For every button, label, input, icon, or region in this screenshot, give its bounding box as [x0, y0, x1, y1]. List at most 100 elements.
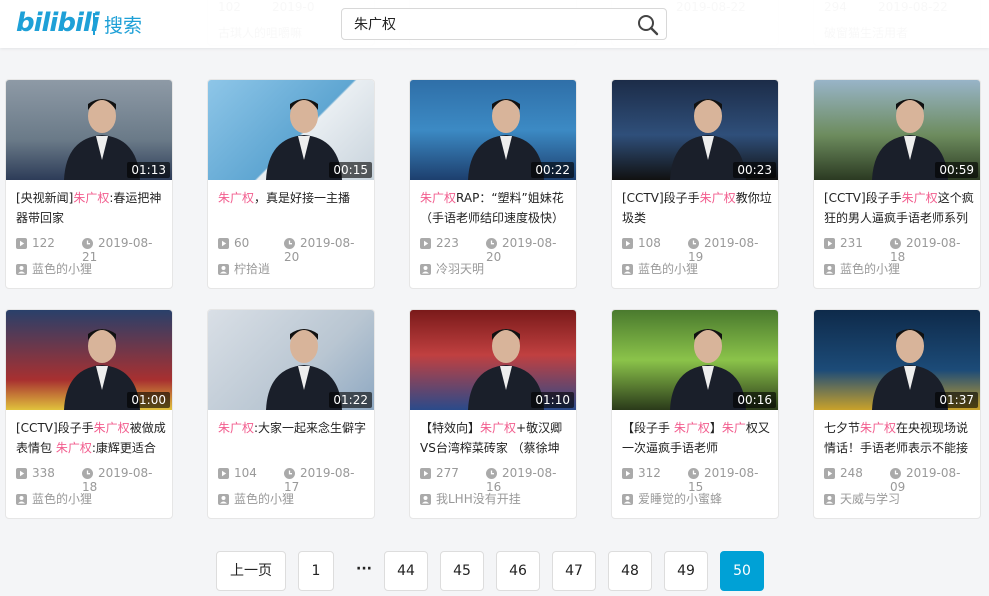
video-card[interactable]: 01:13 [央视新闻]朱广权:春运把神器带回家 122 2019-08-21 蓝色的小…: [5, 79, 173, 289]
video-thumbnail[interactable]: 01:10: [410, 310, 576, 410]
uploader-name[interactable]: 蓝色的小狸: [32, 262, 92, 276]
title-text: [CCTV]段子手: [16, 421, 94, 435]
title-text: 】: [709, 421, 722, 435]
video-title[interactable]: [CCTV]段子手朱广权教你垃圾类: [622, 188, 772, 230]
uploader-icon: [16, 494, 27, 505]
title-text: [CCTV]段子手: [622, 191, 700, 205]
video-thumbnail[interactable]: 01:22: [208, 310, 374, 410]
current-page-button[interactable]: 50: [720, 551, 764, 591]
video-thumbnail[interactable]: 01:37: [814, 310, 980, 410]
video-title[interactable]: 【段子手 朱广权】朱广权又一次逼疯手语老师: [622, 418, 772, 460]
uploader-name[interactable]: 蓝色的小狸: [638, 262, 698, 276]
uploader[interactable]: 天威与学习: [824, 490, 974, 507]
video-meta: 60 2019-08-20: [218, 236, 368, 264]
video-card[interactable]: 00:15 朱广权，真是好接一主播 60 2019-08-20 柠拾逍: [207, 79, 375, 289]
page-1-button[interactable]: 1: [298, 551, 334, 591]
video-card[interactable]: 01:10 【特效向】朱广权+敬汉卿VS台湾榨菜砖家 （蔡徐坤 277 2019-08…: [409, 309, 577, 519]
uploader-icon: [622, 264, 633, 275]
video-thumbnail[interactable]: 01:00: [6, 310, 172, 410]
video-meta: 338 2019-08-18: [16, 466, 166, 494]
uploader[interactable]: 蓝色的小狸: [824, 260, 974, 277]
video-thumbnail[interactable]: 01:13: [6, 80, 172, 180]
keyword-highlight: 朱广权: [218, 421, 255, 435]
page-44-button[interactable]: 44: [384, 551, 428, 591]
uploader[interactable]: 冷羽天明: [420, 260, 570, 277]
uploader-name[interactable]: 冷羽天明: [436, 262, 484, 276]
uploader-name[interactable]: 蓝色的小狸: [234, 492, 294, 506]
uploader-name[interactable]: 我LHH没有开挂: [436, 492, 521, 506]
video-meta: 231 2019-08-18: [824, 236, 974, 264]
video-duration: 00:59: [935, 162, 978, 178]
play-count: 108: [622, 236, 661, 250]
uploader[interactable]: 爱睡觉的小蜜蜂: [622, 490, 772, 507]
video-title[interactable]: 七夕节朱广权在央视现场说情话！手语老师表示不能接: [824, 418, 974, 460]
clock-icon: [82, 468, 93, 479]
title-text: 【段子手: [622, 421, 674, 435]
video-card[interactable]: 00:16 【段子手 朱广权】朱广权又一次逼疯手语老师 312 2019-08-15 爱…: [611, 309, 779, 519]
uploader[interactable]: 蓝色的小狸: [16, 260, 166, 277]
video-title[interactable]: [央视新闻]朱广权:春运把神器带回家: [16, 188, 166, 230]
video-meta: 223 2019-08-20: [420, 236, 570, 264]
video-card[interactable]: 00:22 朱广权RAP：“塑料”姐妹花（手语老师结印速度极快） 223 2019-0…: [409, 79, 577, 289]
clock-icon: [82, 238, 93, 249]
video-thumbnail[interactable]: 00:23: [612, 80, 778, 180]
uploader-name[interactable]: 柠拾逍: [234, 262, 270, 276]
video-meta: 122 2019-08-21: [16, 236, 166, 264]
play-count-icon: [218, 468, 229, 479]
page-48-button[interactable]: 48: [608, 551, 652, 591]
play-count: 248: [824, 466, 863, 480]
title-text: 【特效向】: [420, 421, 481, 435]
video-duration: 00:23: [733, 162, 776, 178]
page-47-button[interactable]: 47: [552, 551, 596, 591]
video-meta: 248 2019-08-09: [824, 466, 974, 494]
play-count: 122: [16, 236, 55, 250]
video-card[interactable]: 01:00 [CCTV]段子手朱广权被做成表情包 朱广权:康辉更适合 338 2019…: [5, 309, 173, 519]
prev-page-button[interactable]: 上一页: [216, 551, 286, 591]
uploader[interactable]: 我LHH没有开挂: [420, 490, 570, 507]
play-count-value: 312: [638, 466, 661, 480]
title-text: [CCTV]段子手: [824, 191, 902, 205]
top-header: bilibili 搜索: [0, 0, 989, 48]
clock-icon: [890, 238, 901, 249]
uploader[interactable]: 蓝色的小狸: [622, 260, 772, 277]
video-title[interactable]: [CCTV]段子手朱广权被做成表情包 朱广权:康辉更适合: [16, 418, 166, 460]
video-card[interactable]: 01:37 七夕节朱广权在央视现场说情话！手语老师表示不能接 248 2019-08-…: [813, 309, 981, 519]
search-icon[interactable]: [636, 13, 660, 37]
video-title[interactable]: 朱广权，真是好接一主播: [218, 188, 368, 230]
play-count-value: 248: [840, 466, 863, 480]
video-card[interactable]: 00:23 [CCTV]段子手朱广权教你垃圾类 108 2019-08-19 蓝色的小狸: [611, 79, 779, 289]
uploader[interactable]: 蓝色的小狸: [16, 490, 166, 507]
uploader-name[interactable]: 蓝色的小狸: [32, 492, 92, 506]
video-title[interactable]: 朱广权:大家一起来念生僻字: [218, 418, 368, 460]
video-title[interactable]: 朱广权RAP：“塑料”姐妹花（手语老师结印速度极快）: [420, 188, 570, 230]
video-thumbnail[interactable]: 00:59: [814, 80, 980, 180]
play-count: 104: [218, 466, 257, 480]
page-49-button[interactable]: 49: [664, 551, 708, 591]
uploader-name[interactable]: 天威与学习: [840, 492, 900, 506]
video-card[interactable]: 01:22 朱广权:大家一起来念生僻字 104 2019-08-17 蓝色的小狸: [207, 309, 375, 519]
title-text: ，真是好接一主播: [254, 191, 351, 205]
video-title[interactable]: [CCTV]段子手朱广权这个疯狂的男人逼疯手语老师系列: [824, 188, 974, 230]
video-thumbnail[interactable]: 00:22: [410, 80, 576, 180]
video-meta: 277 2019-08-16: [420, 466, 570, 494]
video-thumbnail[interactable]: 00:16: [612, 310, 778, 410]
video-card[interactable]: 00:59 [CCTV]段子手朱广权这个疯狂的男人逼疯手语老师系列 231 2019-…: [813, 79, 981, 289]
uploader-name[interactable]: 爱睡觉的小蜜蜂: [638, 492, 722, 506]
keyword-highlight: 朱广权: [699, 191, 736, 205]
play-count: 312: [622, 466, 661, 480]
uploader-icon: [824, 494, 835, 505]
uploader[interactable]: 柠拾逍: [218, 260, 368, 277]
uploader[interactable]: 蓝色的小狸: [218, 490, 368, 507]
page-45-button[interactable]: 45: [440, 551, 484, 591]
page-46-button[interactable]: 46: [496, 551, 540, 591]
bilibili-logo[interactable]: bilibili: [16, 8, 100, 38]
search-input[interactable]: [342, 9, 646, 39]
video-thumbnail[interactable]: 00:15: [208, 80, 374, 180]
video-duration: 01:00: [127, 392, 170, 408]
video-title[interactable]: 【特效向】朱广权+敬汉卿VS台湾榨菜砖家 （蔡徐坤: [420, 418, 570, 460]
uploader-name[interactable]: 蓝色的小狸: [840, 262, 900, 276]
clock-icon: [284, 468, 295, 479]
video-duration: 01:13: [127, 162, 170, 178]
uploader-icon: [420, 264, 431, 275]
play-count: 223: [420, 236, 459, 250]
